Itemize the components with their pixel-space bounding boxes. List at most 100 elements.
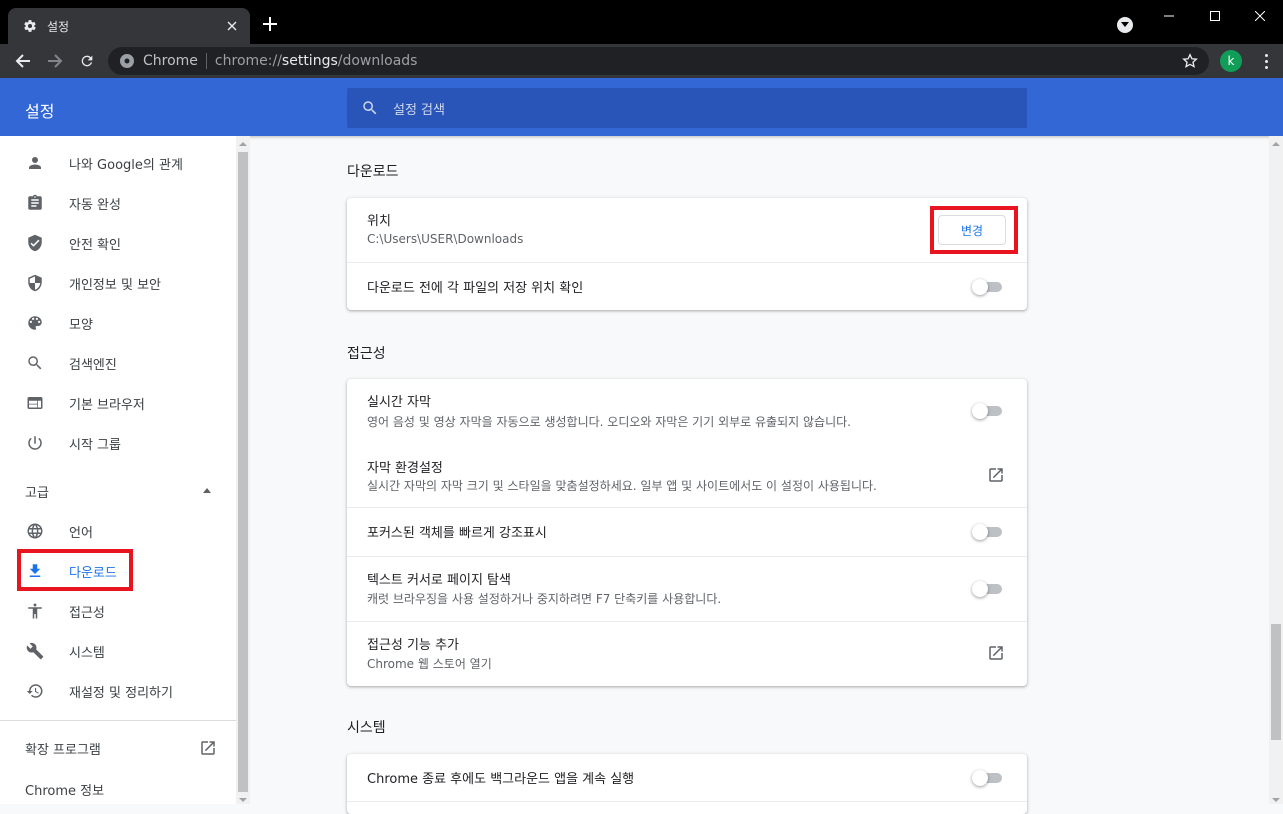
person-icon	[25, 153, 45, 173]
scroll-down-arrow-icon[interactable]	[1272, 798, 1280, 802]
power-icon	[25, 433, 45, 453]
omnibox-divider	[205, 53, 207, 69]
sidebar-item-label: 언어	[69, 525, 93, 541]
scroll-down-arrow-icon[interactable]	[239, 798, 247, 802]
sidebar-item-safety-check[interactable]: 안전 확인	[0, 223, 236, 263]
settings-search-input[interactable]: 설정 검색	[347, 88, 1027, 128]
shield-half-icon	[25, 273, 45, 293]
sidebar-item-label: 시스템	[69, 645, 105, 661]
ask-location-row[interactable]: 다운로드 전에 각 파일의 저장 위치 확인	[347, 263, 1027, 310]
highlight-box-downloads	[17, 549, 133, 591]
section-title-downloads: 다운로드	[347, 164, 399, 180]
section-title-accessibility: 접근성	[347, 346, 386, 362]
sidebar-item-privacy[interactable]: 개인정보 및 보안	[0, 263, 236, 303]
highlight-box-change	[930, 206, 1018, 254]
scrollbar-thumb[interactable]	[238, 152, 248, 792]
caret-browsing-description: 캐럿 브라우징을 사용 설정하거나 중지하려면 F7 단축키를 사용합니다.	[367, 592, 722, 606]
live-caption-toggle[interactable]	[972, 403, 1004, 419]
location-label: 위치	[367, 214, 391, 229]
reload-button[interactable]	[75, 49, 99, 73]
main-scrollbar[interactable]	[1269, 136, 1283, 804]
open-in-new-icon[interactable]	[987, 644, 1005, 662]
sidebar-item-appearance[interactable]: 모양	[0, 303, 236, 343]
sidebar-item-label: 접근성	[69, 605, 105, 621]
sidebar-item-reset[interactable]: 재설정 및 정리하기	[0, 671, 236, 711]
sidebar-item-label: 검색엔진	[69, 357, 117, 373]
sidebar-item-search-engine[interactable]: 검색엔진	[0, 343, 236, 383]
site-label: Chrome	[143, 53, 198, 69]
globe-icon	[25, 521, 45, 541]
open-in-new-icon[interactable]	[199, 739, 217, 757]
url-host: settings	[281, 53, 338, 69]
shield-check-icon	[25, 233, 45, 253]
sidebar-item-label: 재설정 및 정리하기	[69, 685, 173, 701]
sidebar-item-system[interactable]: 시스템	[0, 631, 236, 671]
focus-highlight-row[interactable]: 포커스된 객체를 빠르게 강조표시	[347, 508, 1027, 556]
more-menu-icon[interactable]	[1259, 52, 1273, 70]
sidebar-scrollbar[interactable]	[236, 136, 250, 804]
background-apps-toggle[interactable]	[972, 770, 1004, 786]
background-apps-row[interactable]: Chrome 종료 후에도 백그라운드 앱을 계속 실행	[347, 754, 1027, 801]
clipboard-icon	[25, 193, 45, 213]
tab-settings[interactable]: 설정	[8, 8, 250, 44]
open-in-new-icon[interactable]	[987, 466, 1005, 484]
sidebar-item-on-startup[interactable]: 시작 그룹	[0, 423, 236, 463]
maximize-button[interactable]	[1192, 0, 1238, 32]
caret-browsing-row[interactable]: 텍스트 커서로 페이지 탐색 캐럿 브라우징을 사용 설정하거나 중지하려면 F…	[347, 557, 1027, 621]
focus-highlight-title: 포커스된 객체를 빠르게 강조표시	[367, 526, 547, 541]
sidebar-item-label: 자동 완성	[69, 197, 121, 213]
sidebar-item-you-and-google[interactable]: 나와 Google의 관계	[0, 143, 236, 183]
wrench-icon	[25, 641, 45, 661]
sidebar-item-about[interactable]: Chrome 정보	[25, 780, 104, 799]
live-caption-description: 영어 음성 및 영상 자막을 자동으로 생성합니다. 오디오와 자막은 기기 외…	[367, 415, 851, 429]
gear-icon	[22, 18, 38, 34]
add-accessibility-features-row[interactable]: 접근성 기능 추가 Chrome 웹 스토어 열기	[347, 622, 1027, 686]
scroll-up-arrow-icon[interactable]	[1272, 142, 1280, 146]
add-features-title: 접근성 기능 추가	[367, 638, 459, 653]
ask-location-toggle[interactable]	[972, 279, 1004, 295]
background-apps-title: Chrome 종료 후에도 백그라운드 앱을 계속 실행	[367, 772, 635, 787]
new-tab-button[interactable]	[261, 15, 279, 33]
advanced-section-label[interactable]: 고급	[25, 482, 49, 501]
back-button[interactable]	[11, 49, 35, 73]
address-bar[interactable]: Chrome chrome://settings/downloads	[108, 47, 1209, 75]
sidebar-item-extensions[interactable]: 확장 프로그램	[25, 739, 101, 758]
browser-toolbar: Chrome chrome://settings/downloads k	[0, 44, 1283, 78]
sidebar-item-label: 기본 브라우저	[69, 397, 145, 413]
sidebar-item-label: 개인정보 및 보안	[69, 277, 161, 293]
scrollbar-thumb[interactable]	[1271, 624, 1281, 740]
close-window-button[interactable]	[1237, 0, 1283, 32]
bookmark-star-icon[interactable]	[1182, 53, 1198, 69]
page-title: 설정	[25, 102, 55, 121]
url-path: /downloads	[337, 53, 418, 69]
settings-sidebar: 나와 Google의 관계 자동 완성 안전 확인 개인정보 및 보안 모양 검…	[0, 136, 236, 804]
location-row: 위치 C:\Users\USER\Downloads 변경	[347, 198, 1027, 262]
forward-button[interactable]	[43, 49, 67, 73]
search-placeholder: 설정 검색	[393, 102, 445, 118]
profile-avatar[interactable]: k	[1220, 50, 1242, 72]
ask-location-label: 다운로드 전에 각 파일의 저장 위치 확인	[367, 281, 584, 296]
sidebar-item-autofill[interactable]: 자동 완성	[0, 183, 236, 223]
collapse-caret-icon[interactable]	[203, 488, 211, 493]
row-divider	[347, 801, 1027, 802]
sidebar-item-label: 시작 그룹	[69, 437, 121, 453]
sidebar-item-label: 안전 확인	[69, 237, 121, 253]
live-caption-row[interactable]: 실시간 자막 영어 음성 및 영상 자막을 자동으로 생성합니다. 오디오와 자…	[347, 379, 1027, 443]
tab-title: 설정	[47, 19, 70, 34]
focus-highlight-toggle[interactable]	[972, 524, 1004, 540]
caption-prefs-description: 실시간 자막의 자막 크기 및 스타일을 맞춤설정하세요. 일부 앱 및 사이트…	[367, 479, 877, 493]
caption-prefs-row[interactable]: 자막 환경설정 실시간 자막의 자막 크기 및 스타일을 맞춤설정하세요. 일부…	[347, 443, 1027, 507]
sidebar-item-default-browser[interactable]: 기본 브라우저	[0, 383, 236, 423]
settings-header: 설정 설정 검색	[0, 78, 1283, 136]
scroll-up-arrow-icon[interactable]	[239, 142, 247, 146]
accessibility-icon	[25, 601, 45, 621]
caption-prefs-title: 자막 환경설정	[367, 461, 443, 476]
system-card: Chrome 종료 후에도 백그라운드 앱을 계속 실행	[347, 754, 1027, 814]
location-path: C:\Users\USER\Downloads	[367, 232, 524, 246]
sidebar-item-languages[interactable]: 언어	[0, 511, 236, 551]
tab-search-icon[interactable]	[1117, 17, 1133, 33]
caret-browsing-toggle[interactable]	[972, 581, 1004, 597]
sidebar-item-accessibility[interactable]: 접근성	[0, 591, 236, 631]
minimize-button[interactable]	[1146, 0, 1192, 32]
close-tab-icon[interactable]	[224, 18, 240, 34]
